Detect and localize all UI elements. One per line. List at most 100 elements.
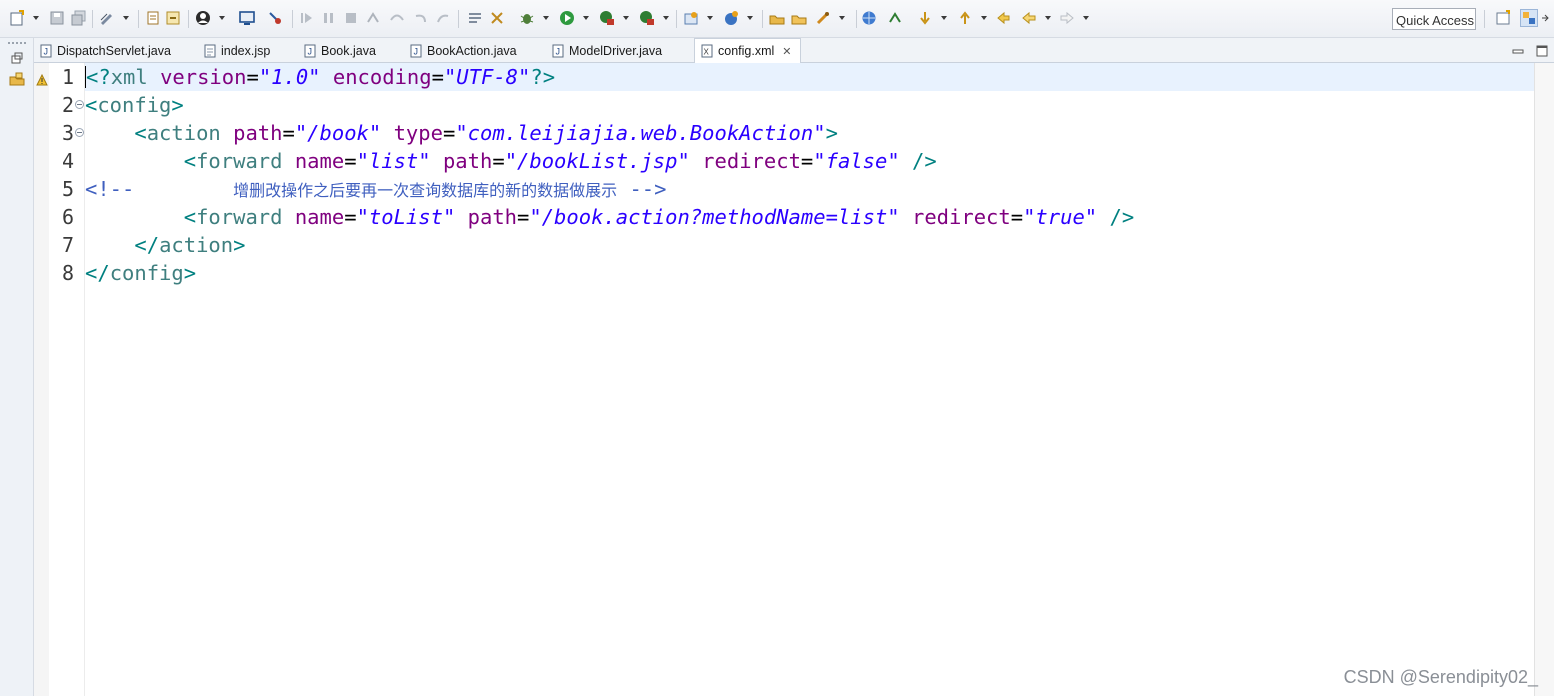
run-icon[interactable]: [558, 9, 576, 27]
tab-config-xml[interactable]: X config.xml ✕: [694, 38, 801, 64]
code-line[interactable]: <forward name="toList" path="/book.actio…: [85, 203, 1534, 231]
search-dropdown[interactable]: [838, 13, 846, 23]
code-token: path: [233, 121, 283, 145]
tab-label: DispatchServlet.java: [57, 43, 171, 58]
debug-dropdown[interactable]: [542, 13, 550, 23]
fold-collapse-icon[interactable]: [75, 100, 84, 109]
code-token: =: [800, 149, 814, 173]
new-wizard-dropdown[interactable]: [32, 13, 40, 23]
code-token: =: [492, 149, 505, 173]
code-line[interactable]: <action path="/book" type="com.leijiajia…: [85, 119, 1534, 147]
package-explorer-icon[interactable]: [8, 70, 26, 88]
edit-icon[interactable]: [98, 9, 116, 27]
skip-breakpoints-icon[interactable]: [164, 9, 182, 27]
tab-index-jsp[interactable]: index.jsp: [204, 38, 270, 63]
tab-book-java[interactable]: J Book.java: [304, 38, 376, 63]
forward-dropdown[interactable]: [1082, 13, 1090, 23]
step-into-icon[interactable]: [364, 9, 382, 27]
use-step-filters-icon[interactable]: [466, 9, 484, 27]
last-edit-icon[interactable]: [956, 9, 974, 27]
code-token: >: [183, 261, 197, 285]
xml-editor[interactable]: 12345678 <?xml version="1.0" encoding="U…: [34, 63, 1554, 696]
code-line[interactable]: <config>: [85, 91, 1534, 119]
user-icon[interactable]: [194, 9, 212, 27]
debug-icon[interactable]: [518, 9, 536, 27]
drop-to-frame-icon[interactable]: [434, 9, 452, 27]
prev-annotation-icon[interactable]: [916, 9, 934, 27]
minimize-icon[interactable]: [1512, 42, 1524, 56]
console-icon[interactable]: [238, 9, 256, 27]
search-icon[interactable]: [814, 9, 832, 27]
code-line[interactable]: </action>: [85, 231, 1534, 259]
tab-bookaction-java[interactable]: J BookAction.java: [410, 38, 517, 63]
trim-grip[interactable]: [8, 42, 26, 46]
step-over-icon[interactable]: [388, 9, 406, 27]
prev-annotation-dropdown[interactable]: [940, 13, 948, 23]
next-annotation-icon[interactable]: [886, 9, 904, 27]
maximize-icon[interactable]: [1536, 42, 1548, 57]
code-token: "true": [1023, 205, 1098, 229]
save-icon[interactable]: [48, 9, 66, 27]
new-server-dropdown[interactable]: [706, 13, 714, 23]
external-tools-icon[interactable]: [638, 9, 656, 27]
code-line[interactable]: <forward name="list" path="/bookList.jsp…: [85, 147, 1534, 175]
code-token: <?: [86, 65, 111, 89]
instrument-icon[interactable]: [488, 9, 506, 27]
line-number: 8: [61, 261, 74, 285]
build-icon[interactable]: [144, 9, 162, 27]
new-wizard-icon[interactable]: [8, 9, 26, 27]
tab-label: Book.java: [321, 43, 376, 58]
overview-ruler[interactable]: [1534, 63, 1554, 696]
restore-icon[interactable]: [8, 49, 26, 67]
browser-icon[interactable]: [860, 9, 878, 27]
external-tools-dropdown[interactable]: [662, 13, 670, 23]
tab-modeldriver-java[interactable]: J ModelDriver.java: [552, 38, 662, 63]
code-area[interactable]: <?xml version="1.0" encoding="UTF-8"?> <c…: [85, 63, 1534, 696]
line-number: 6: [61, 205, 74, 229]
tab-label: BookAction.java: [427, 43, 517, 58]
more-perspectives-icon[interactable]: [1540, 9, 1550, 27]
fold-collapse-icon[interactable]: [75, 128, 84, 137]
suspend-icon[interactable]: [320, 9, 338, 27]
step-return-icon[interactable]: [412, 9, 430, 27]
open-type-icon[interactable]: [722, 9, 740, 27]
run-dropdown[interactable]: [582, 13, 590, 23]
back-history-icon[interactable]: [994, 9, 1012, 27]
java-file-icon: J: [410, 44, 422, 58]
resume-icon[interactable]: [298, 9, 316, 27]
new-server-icon[interactable]: [682, 9, 700, 27]
coverage-icon[interactable]: [598, 9, 616, 27]
terminate-icon[interactable]: [342, 9, 360, 27]
tab-label: ModelDriver.java: [569, 43, 663, 58]
line-number-gutter: 1 2 3 4 5 6 7 8: [49, 63, 85, 696]
edit-dropdown[interactable]: [122, 13, 130, 23]
code-line[interactable]: </config>: [85, 259, 1534, 287]
code-token: <: [183, 149, 197, 173]
java-ee-perspective-icon[interactable]: [1520, 9, 1538, 27]
code-token: "/bookList.jsp": [504, 149, 690, 173]
coverage-dropdown[interactable]: [622, 13, 630, 23]
code-token: config: [97, 93, 172, 117]
code-token: "com.leijiajia.web.BookAction": [455, 121, 826, 145]
close-icon[interactable]: ✕: [782, 45, 791, 58]
tab-dispatchservlet-java[interactable]: J DispatchServlet.java: [40, 38, 171, 63]
open-perspective-icon[interactable]: [1494, 9, 1512, 27]
save-all-icon[interactable]: [70, 9, 88, 27]
open-resource-icon[interactable]: [790, 9, 808, 27]
back-icon[interactable]: [1020, 9, 1038, 27]
java-file-icon: J: [40, 44, 52, 58]
code-line[interactable]: <!-- 增删改操作之后要再一次查询数据库的新的数据做展示 -->: [85, 175, 1534, 203]
code-line[interactable]: <?xml version="1.0" encoding="UTF-8"?>: [85, 63, 1534, 91]
user-dropdown[interactable]: [218, 13, 226, 23]
jsp-file-icon: [204, 44, 216, 58]
open-type-dropdown[interactable]: [746, 13, 754, 23]
back-dropdown[interactable]: [1044, 13, 1052, 23]
open-task-icon[interactable]: [768, 9, 786, 27]
disconnect-icon[interactable]: [266, 9, 284, 27]
quick-access-field[interactable]: [1392, 8, 1476, 30]
forward-icon[interactable]: [1058, 9, 1076, 27]
last-edit-dropdown[interactable]: [980, 13, 988, 23]
